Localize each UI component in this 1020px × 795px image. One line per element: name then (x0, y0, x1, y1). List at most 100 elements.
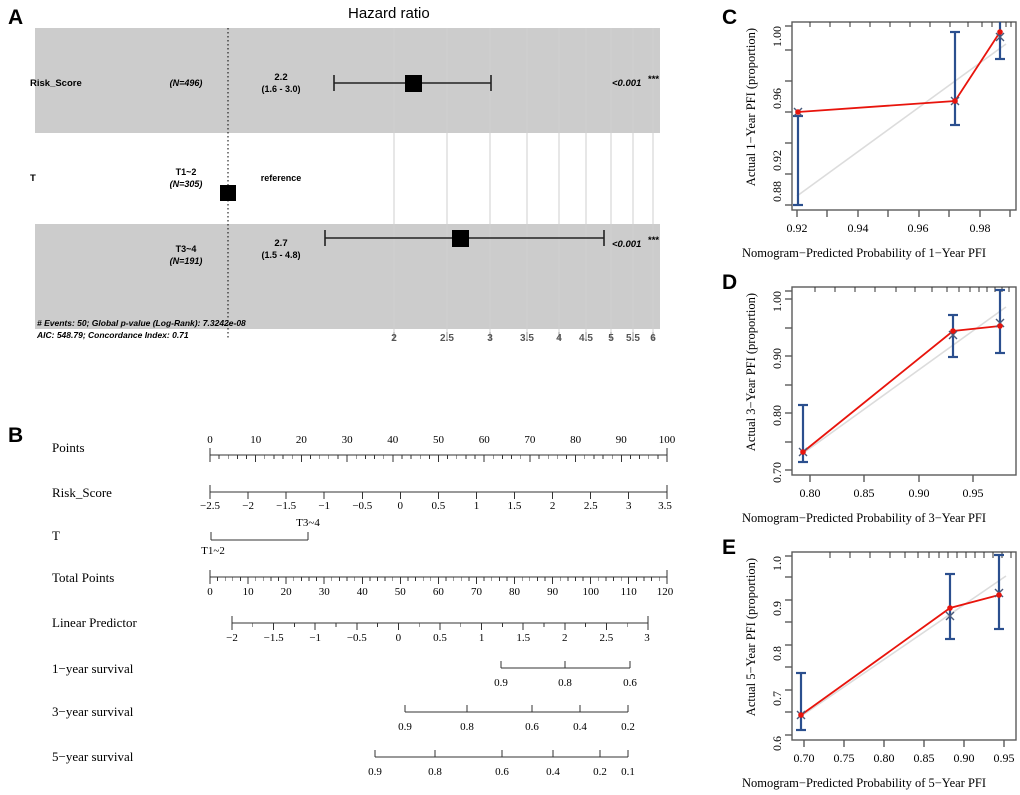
linearpred-tick-n0.5: −0.5 (346, 632, 367, 644)
top-rug-marks (829, 552, 1012, 558)
error-bars (796, 553, 1004, 732)
ideal-reference-line (799, 575, 1007, 718)
forest-n-riskscore: (N=496) (169, 78, 203, 88)
panele-xtick-0.75: 0.75 (833, 751, 855, 765)
surv5-tick-0.6: 0.6 (495, 766, 509, 778)
nomogram-axis-points (209, 448, 668, 462)
y-axis-ticks (785, 555, 792, 736)
totalpoints-tick-40: 40 (356, 586, 368, 598)
forest-band-row3 (35, 224, 660, 329)
linearpred-tick-0: 0 (395, 632, 402, 644)
forest-band-row1 (35, 28, 660, 133)
forest-xtick-5: 5 (608, 333, 614, 344)
ideal-point-markers (798, 318, 1005, 457)
x-axis-ticks (803, 740, 1005, 747)
panelc-ytick-0.96: 0.96 (770, 88, 784, 109)
points-tick-30: 30 (341, 434, 353, 446)
forest-xtick-4.5: 4.5 (579, 333, 593, 344)
paneld-ytick-0.90: 0.90 (770, 348, 784, 369)
observed-point-markers (798, 592, 1002, 718)
points-tick-0: 0 (207, 434, 213, 446)
riskscore-tick-1: 1 (473, 500, 480, 512)
top-rug-marks (814, 287, 1010, 292)
panelc-ytick-0.92: 0.92 (770, 150, 784, 171)
points-tick-90: 90 (615, 434, 627, 446)
panele-ytick-0.8: 0.8 (770, 646, 784, 661)
paneld-ytick-0.70: 0.70 (770, 462, 784, 483)
points-tick-50: 50 (433, 434, 444, 446)
paneld-ylabel: Actual 3−Year PFI (proportion) (744, 293, 758, 452)
forest-estimate-riskscore: 2.2 (274, 72, 288, 83)
forest-xtick-3.5: 3.5 (520, 333, 534, 344)
totalpoints-tick-60: 60 (432, 586, 444, 598)
nomogram-axis-riskscore (209, 485, 668, 499)
nomogram-axis-t (210, 532, 309, 541)
forest-footnote-aic: AIC: 548.79; Concordance Index: 0.71 (37, 330, 189, 340)
forest-ci-riskscore: (1.6 - 3.0) (261, 84, 301, 94)
linearpred-tick-n1.5: −1.5 (263, 632, 284, 644)
riskscore-tick-1.5: 1.5 (507, 500, 522, 512)
forest-plot (35, 28, 660, 340)
panelc-ytick-1.00: 1.00 (770, 26, 784, 47)
surv1-tick-0.8: 0.8 (558, 677, 572, 689)
riskscore-tick-3: 3 (625, 500, 632, 512)
surv5-tick-0.1: 0.1 (621, 766, 635, 778)
forest-ci-t34: (1.5 - 4.8) (261, 250, 301, 260)
totalpoints-tick-100: 100 (582, 586, 599, 598)
totalpoints-tick-10: 10 (242, 586, 254, 598)
panelc-xlabel: Nomogram−Predicted Probability of 1−Year… (741, 246, 987, 260)
totalpoints-tick-50: 50 (394, 586, 406, 598)
linearpred-tick-3: 3 (644, 632, 650, 644)
points-tick-70: 70 (524, 434, 536, 446)
forest-level-t34: T3~4 (175, 244, 197, 254)
paneld-xtick-0.95: 0.95 (962, 486, 984, 500)
forest-n-t12: (N=305) (169, 179, 203, 189)
error-bars (793, 22, 1005, 207)
surv5-tick-0.8: 0.8 (428, 766, 442, 778)
reference-marker (220, 185, 236, 201)
panele-xtick-0.95: 0.95 (993, 751, 1015, 765)
panelc-xtick-0.94: 0.94 (847, 221, 869, 235)
paneld-xtick-0.85: 0.85 (853, 486, 875, 500)
calibration-curve (800, 594, 1000, 716)
forest-stars-t34: *** (648, 235, 660, 246)
points-tick-10: 10 (250, 434, 262, 446)
paneld-xtick-0.90: 0.90 (908, 486, 930, 500)
riskscore-tick-2.5: 2.5 (583, 500, 598, 512)
forest-n-t34: (N=191) (169, 256, 203, 266)
paneld-xlabel: Nomogram−Predicted Probability of 3−Year… (741, 511, 987, 525)
surv5-tick-0.9: 0.9 (368, 766, 382, 778)
totalpoints-tick-30: 30 (318, 586, 330, 598)
ideal-reference-line (796, 43, 1007, 197)
surv1-tick-0.6: 0.6 (623, 677, 637, 689)
y-axis-ticks (785, 290, 792, 471)
linearpred-tick-1.5: 1.5 (516, 632, 531, 644)
riskscore-tick-n0.5: −0.5 (352, 500, 373, 512)
point-estimate-marker (405, 75, 422, 92)
surv5-tick-0.2: 0.2 (593, 766, 607, 778)
plot-frame (791, 21, 1017, 211)
panele-xtick-0.70: 0.70 (793, 751, 815, 765)
surv3-tick-0.4: 0.4 (573, 721, 587, 733)
riskscore-tick-0: 0 (397, 500, 404, 512)
riskscore-tick-3.5: 3.5 (658, 500, 672, 512)
observed-point-markers (800, 323, 1003, 455)
totalpoints-tick-70: 70 (471, 586, 482, 598)
forest-xtick-3: 3 (487, 333, 493, 344)
paneld-xtick-0.80: 0.80 (799, 486, 821, 500)
panele-xtick-0.85: 0.85 (913, 751, 935, 765)
nomogram-axis-survival-1year (500, 661, 631, 669)
forest-xtick-2: 2 (391, 333, 397, 344)
forest-pvalue-t34: <0.001 (612, 239, 642, 250)
nomogram-axis-totalpoints (209, 570, 668, 584)
surv3-tick-0.2: 0.2 (621, 721, 635, 733)
forest-xtick-4: 4 (556, 333, 562, 344)
ideal-point-markers (796, 588, 1004, 720)
points-tick-40: 40 (387, 434, 399, 446)
totalpoints-tick-120: 120 (656, 586, 674, 598)
riskscore-tick-2: 2 (549, 500, 556, 512)
forest-variable-t: T (30, 173, 36, 184)
riskscore-tick-n2: −2 (242, 500, 254, 512)
top-rug-marks (809, 22, 1012, 27)
panelc-xtick-0.96: 0.96 (907, 221, 929, 235)
